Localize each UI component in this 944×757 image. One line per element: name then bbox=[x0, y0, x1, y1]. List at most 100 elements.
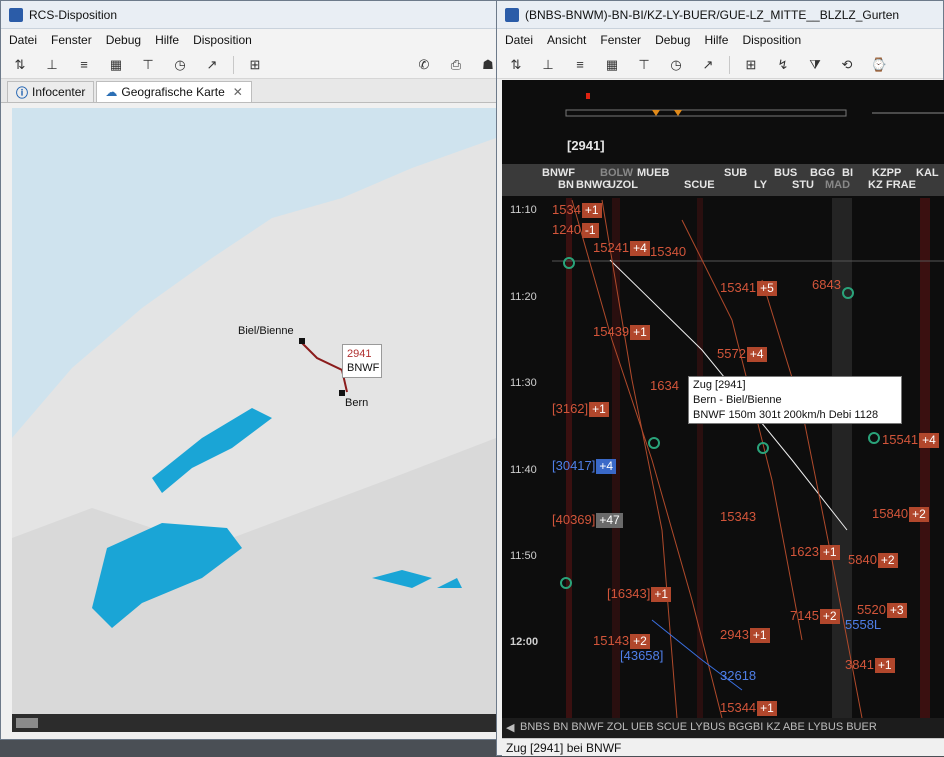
train-callout[interactable]: 2941 BNWF bbox=[342, 344, 382, 378]
layout-tool-icon[interactable]: ⊞ bbox=[244, 56, 266, 74]
station-sub[interactable]: SUB bbox=[724, 167, 747, 179]
station-stop-marker[interactable] bbox=[648, 437, 660, 449]
route-tool-icon[interactable]: ⇅ bbox=[505, 56, 527, 74]
train-label[interactable]: 5572 +4 bbox=[717, 346, 767, 362]
train-label[interactable]: 15343 bbox=[720, 509, 756, 524]
lines-tool-icon[interactable]: ≡ bbox=[73, 56, 95, 74]
scrollbar-thumb[interactable] bbox=[16, 718, 38, 728]
bern-marker[interactable] bbox=[339, 390, 345, 396]
station-stop-marker[interactable] bbox=[563, 257, 575, 269]
grid-tool-icon[interactable]: ▦ bbox=[105, 56, 127, 74]
layout-tool-icon[interactable]: ⊞ bbox=[740, 56, 762, 74]
train-label[interactable]: 15840 +2 bbox=[872, 506, 929, 522]
station-mueb[interactable]: MUEB bbox=[637, 167, 669, 179]
train-label[interactable]: [43658] bbox=[620, 648, 663, 663]
station-bolw[interactable]: BOLW bbox=[600, 167, 633, 179]
train-label[interactable]: [30417] +4 bbox=[552, 458, 617, 474]
train-label[interactable]: 15143 +2 bbox=[593, 633, 650, 649]
clock-tool-icon[interactable]: ◷ bbox=[169, 56, 191, 74]
station-kzpp[interactable]: KZPP bbox=[872, 167, 901, 179]
station-bi[interactable]: BI bbox=[842, 167, 853, 179]
tab-infocenter[interactable]: ⓘ Infocenter bbox=[7, 81, 95, 102]
timer-icon[interactable]: ⌚ bbox=[868, 56, 890, 74]
station-stop-marker[interactable] bbox=[868, 432, 880, 444]
station-stu[interactable]: STU bbox=[792, 179, 814, 191]
menu-hilfe[interactable]: Hilfe bbox=[155, 33, 179, 47]
station-bn[interactable]: BN bbox=[558, 179, 574, 191]
train-label[interactable]: 7145 +2 bbox=[790, 608, 840, 624]
lines-tool-icon[interactable]: ≡ bbox=[569, 56, 591, 74]
arrow-tool-icon[interactable]: ↗ bbox=[201, 56, 223, 74]
menu-fenster[interactable]: Fenster bbox=[51, 33, 92, 47]
route-tool-icon[interactable]: ⇅ bbox=[9, 56, 31, 74]
train-label[interactable]: 32618 bbox=[720, 668, 756, 683]
map-horizontal-scrollbar[interactable] bbox=[12, 714, 496, 732]
menu-fenster[interactable]: Fenster bbox=[600, 33, 641, 47]
train-number: 5558L bbox=[845, 617, 882, 632]
train-label[interactable]: 1623 +1 bbox=[790, 544, 840, 560]
station-bus[interactable]: BUS bbox=[774, 167, 797, 179]
train-label[interactable]: 1534 +1 bbox=[552, 202, 602, 218]
history-icon[interactable]: ⟲ bbox=[836, 56, 858, 74]
station-mad[interactable]: MAD bbox=[825, 179, 850, 191]
reroute-icon[interactable]: ↯ bbox=[772, 56, 794, 74]
biel-marker[interactable] bbox=[299, 338, 305, 344]
station-bnwf[interactable]: BNWF bbox=[542, 167, 575, 179]
station-stop-marker[interactable] bbox=[757, 442, 769, 454]
train-label[interactable]: 1240 -1 bbox=[552, 222, 599, 238]
train-label[interactable]: [3162] +1 bbox=[552, 401, 609, 417]
train-label[interactable]: 5520 +3 bbox=[857, 602, 907, 618]
train-label[interactable]: 3841 +1 bbox=[845, 657, 895, 673]
train-label[interactable]: 15344 +1 bbox=[720, 700, 777, 716]
train-label[interactable]: 15241 +4 bbox=[593, 240, 650, 256]
delay-badge: +1 bbox=[630, 325, 650, 340]
menu-hilfe[interactable]: Hilfe bbox=[704, 33, 728, 47]
time-label: 11:50 bbox=[510, 550, 537, 562]
menu-datei[interactable]: Datei bbox=[505, 33, 533, 47]
tab-geografische-karte[interactable]: ☁ Geografische Karte ✕ bbox=[96, 81, 252, 102]
geographic-map[interactable]: Biel/Bienne Bern bbox=[12, 108, 496, 714]
train-label[interactable]: 15341 +5 bbox=[720, 280, 777, 296]
branch-tool-icon[interactable]: ⊥ bbox=[537, 56, 559, 74]
train-label[interactable]: [16343] +1 bbox=[607, 586, 672, 602]
arrow-tool-icon[interactable]: ↗ bbox=[697, 56, 719, 74]
phone-icon[interactable]: ✆ bbox=[413, 56, 435, 74]
train-label[interactable]: 2943 +1 bbox=[720, 627, 770, 643]
station-kal[interactable]: KAL bbox=[916, 167, 939, 179]
filter-icon[interactable]: ⧩ bbox=[804, 56, 826, 74]
station-stop-marker[interactable] bbox=[842, 287, 854, 299]
clock-tool-icon[interactable]: ◷ bbox=[665, 56, 687, 74]
train-label[interactable]: 15541 +4 bbox=[882, 432, 939, 448]
train-label[interactable]: 15439 +1 bbox=[593, 324, 650, 340]
platform-tool-icon[interactable]: ⊤ bbox=[633, 56, 655, 74]
menu-disposition[interactable]: Disposition bbox=[742, 33, 801, 47]
right-title-bar: (BNBS-BNWM)-BN-BI/KZ-LY-BUER/GUE-LZ_MITT… bbox=[497, 1, 943, 29]
station-scue[interactable]: SCUE bbox=[684, 179, 715, 191]
train-label[interactable]: 5840 +2 bbox=[848, 552, 898, 568]
train-label[interactable]: [40369] +47 bbox=[552, 512, 623, 528]
station-uzol[interactable]: UZOL bbox=[608, 179, 638, 191]
platform-tool-icon[interactable]: ⊤ bbox=[137, 56, 159, 74]
menu-debug[interactable]: Debug bbox=[655, 33, 690, 47]
close-icon[interactable]: ✕ bbox=[233, 85, 243, 99]
menu-ansicht[interactable]: Ansicht bbox=[547, 33, 586, 47]
train-number: 1623 bbox=[790, 544, 819, 559]
station-kz[interactable]: KZ bbox=[868, 179, 883, 191]
station-bgg[interactable]: BGG bbox=[810, 167, 835, 179]
station-scrollbar[interactable]: ◀ BNBS BN BNWF ZOL UEB SCUE LYBUS BGGBI … bbox=[502, 718, 944, 738]
train-label[interactable]: 1634 bbox=[650, 378, 679, 393]
station-bnwg[interactable]: BNWG bbox=[576, 179, 611, 191]
menu-debug[interactable]: Debug bbox=[106, 33, 141, 47]
menu-disposition[interactable]: Disposition bbox=[193, 33, 252, 47]
station-stop-marker[interactable] bbox=[560, 577, 572, 589]
menu-datei[interactable]: Datei bbox=[9, 33, 37, 47]
train-label[interactable]: 15340 bbox=[650, 244, 686, 259]
train-label[interactable]: 5558L bbox=[845, 617, 881, 632]
station-frae[interactable]: FRAE bbox=[886, 179, 916, 191]
grid-tool-icon[interactable]: ▦ bbox=[601, 56, 623, 74]
station-ly[interactable]: LY bbox=[754, 179, 767, 191]
branch-tool-icon[interactable]: ⊥ bbox=[41, 56, 63, 74]
print-icon[interactable]: ⎙ bbox=[445, 56, 467, 74]
train-label[interactable]: 6843 bbox=[812, 277, 841, 292]
scroll-left-icon[interactable]: ◀ bbox=[506, 721, 514, 734]
